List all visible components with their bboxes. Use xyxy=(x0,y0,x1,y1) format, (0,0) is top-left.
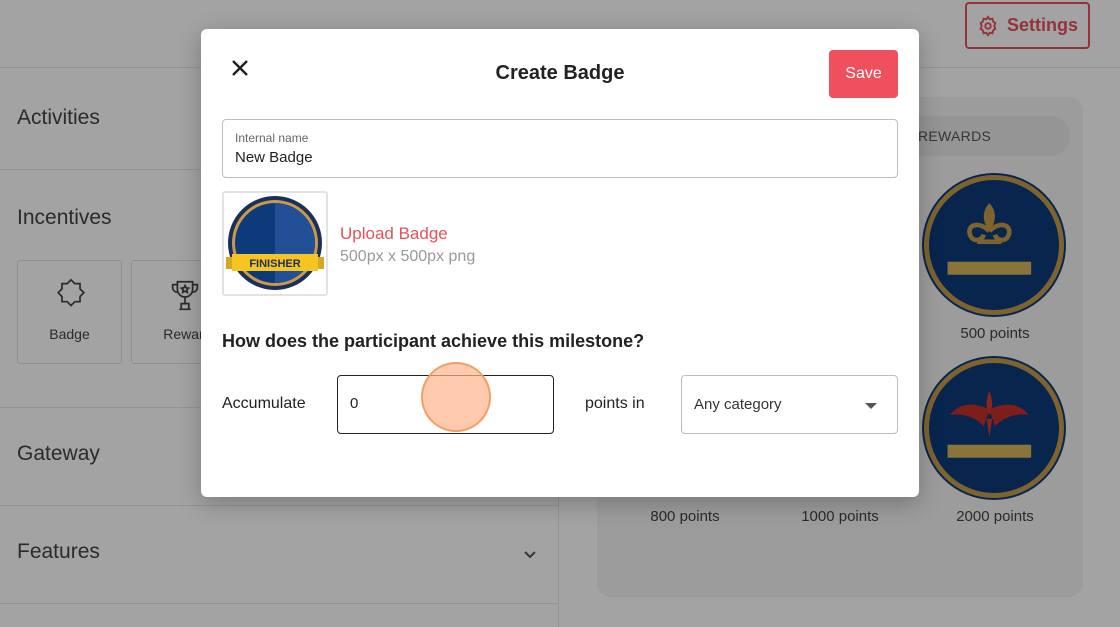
save-button[interactable]: Save xyxy=(829,50,898,98)
dialog-title: Create Badge xyxy=(495,62,625,84)
points-input-field[interactable] xyxy=(337,375,554,434)
badge-preview-text: FINISHER xyxy=(249,258,300,270)
category-select[interactable]: Any category xyxy=(681,375,898,434)
internal-name-input[interactable] xyxy=(235,149,875,166)
internal-name-field[interactable]: Internal name xyxy=(222,119,898,178)
upload-hint: 500px x 500px png xyxy=(340,248,476,265)
create-badge-dialog: Create Badge Save Internal name FINISHER… xyxy=(201,29,919,497)
upload-badge-link[interactable]: Upload Badge xyxy=(340,224,448,244)
internal-name-label: Internal name xyxy=(235,131,309,145)
category-select-value: Any category xyxy=(694,396,782,413)
points-input[interactable] xyxy=(350,395,540,412)
dropdown-arrow-icon xyxy=(865,403,877,409)
accumulate-label: Accumulate xyxy=(222,395,306,412)
badge-preview[interactable]: FINISHER xyxy=(222,191,328,296)
points-in-label: points in xyxy=(585,395,645,412)
milestone-question: How does the participant achieve this mi… xyxy=(222,331,645,351)
finisher-badge-image: FINISHER xyxy=(226,196,324,290)
